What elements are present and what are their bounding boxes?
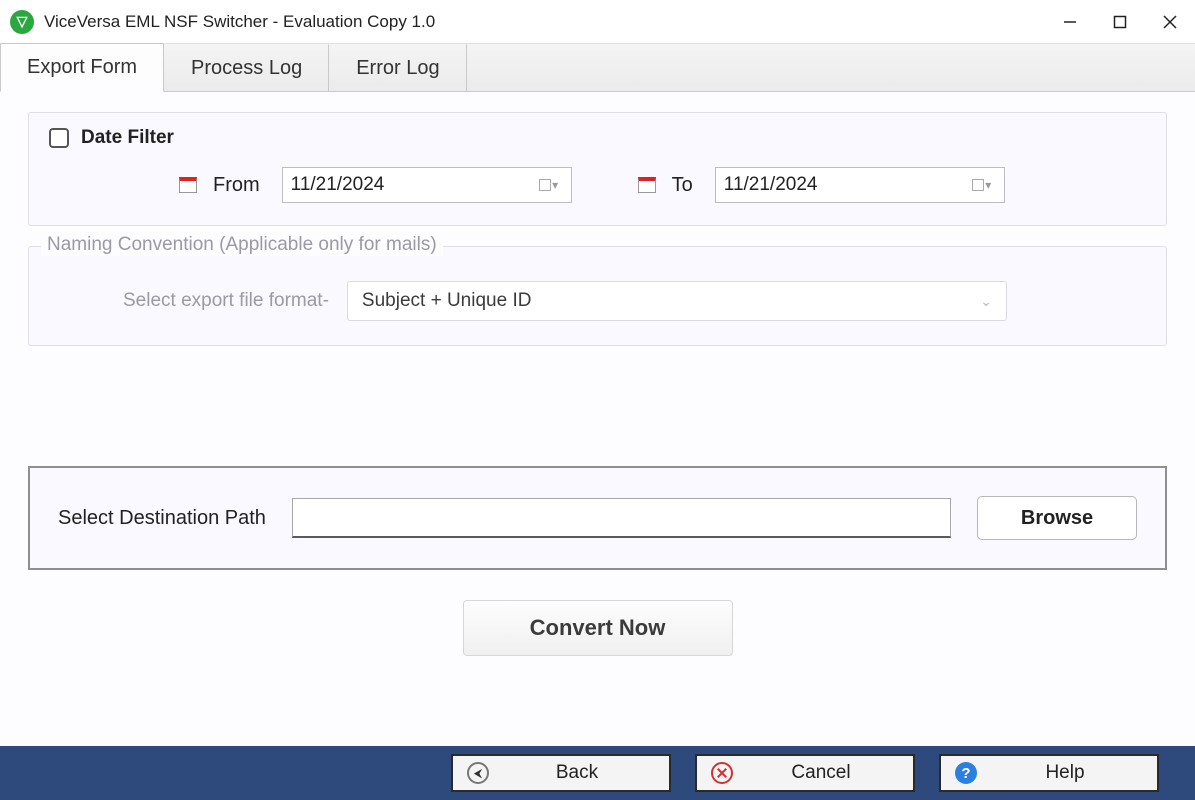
footer-bar: ⮜ Back Cancel ? Help (0, 746, 1195, 800)
format-label: Select export file format- (123, 290, 329, 312)
minimize-icon (1063, 15, 1077, 29)
back-button-label: Back (507, 762, 669, 784)
to-date-value: 11/21/2024 (724, 174, 818, 196)
tab-process-log[interactable]: Process Log (164, 44, 329, 92)
naming-convention-group: Naming Convention (Applicable only for m… (28, 246, 1167, 346)
help-icon: ? (955, 762, 977, 784)
cancel-button-label: Cancel (751, 762, 913, 784)
tab-export-form[interactable]: Export Form (0, 43, 164, 92)
maximize-icon (1113, 15, 1127, 29)
from-date-value: 11/21/2024 (291, 174, 385, 196)
to-date-input[interactable]: 11/21/2024 ▾ (715, 167, 1005, 203)
help-button-label: Help (995, 762, 1157, 784)
to-label: To (672, 174, 693, 197)
destination-path-input[interactable] (292, 498, 951, 538)
close-icon (1163, 15, 1177, 29)
from-date-dropdown-icon: ▾ (535, 173, 563, 197)
close-button[interactable] (1145, 0, 1195, 44)
naming-convention-legend: Naming Convention (Applicable only for m… (41, 234, 443, 256)
format-select[interactable]: Subject + Unique ID ⌄ (347, 281, 1007, 321)
convert-wrap: Convert Now (28, 600, 1167, 656)
to-date-dropdown-icon: ▾ (968, 173, 996, 197)
back-icon: ⮜ (467, 762, 489, 784)
convert-now-button[interactable]: Convert Now (463, 600, 733, 656)
date-filter-checkbox[interactable] (49, 128, 69, 148)
tab-error-log[interactable]: Error Log (329, 44, 466, 92)
content-area: Date Filter From 11/21/2024 ▾ To 11/21/2… (0, 92, 1195, 746)
calendar-icon (179, 177, 197, 193)
minimize-button[interactable] (1045, 0, 1095, 44)
date-filter-group: Date Filter From 11/21/2024 ▾ To 11/21/2… (28, 112, 1167, 226)
maximize-button[interactable] (1095, 0, 1145, 44)
back-button[interactable]: ⮜ Back (451, 754, 671, 792)
window-title: ViceVersa EML NSF Switcher - Evaluation … (44, 12, 435, 32)
cancel-icon (711, 762, 733, 784)
date-filter-label: Date Filter (81, 127, 174, 149)
destination-label: Select Destination Path (58, 507, 266, 530)
format-row: Select export file format- Subject + Uni… (53, 265, 1142, 321)
app-icon: ▽ (10, 10, 34, 34)
title-bar: ▽ ViceVersa EML NSF Switcher - Evaluatio… (0, 0, 1195, 44)
date-range-row: From 11/21/2024 ▾ To 11/21/2024 ▾ (49, 167, 1146, 203)
window-controls (1045, 0, 1195, 44)
app-icon-glyph: ▽ (17, 13, 28, 30)
cancel-button[interactable]: Cancel (695, 754, 915, 792)
from-date-input[interactable]: 11/21/2024 ▾ (282, 167, 572, 203)
chevron-down-icon: ⌄ (980, 293, 992, 310)
format-select-value: Subject + Unique ID (362, 290, 532, 312)
browse-button-label: Browse (1021, 507, 1093, 530)
calendar-icon (638, 177, 656, 193)
browse-button[interactable]: Browse (977, 496, 1137, 540)
tab-bar: Export Form Process Log Error Log (0, 44, 1195, 92)
destination-group: Select Destination Path Browse (28, 466, 1167, 570)
convert-button-label: Convert Now (530, 615, 666, 641)
date-filter-header: Date Filter (49, 127, 1146, 149)
help-button[interactable]: ? Help (939, 754, 1159, 792)
from-label: From (213, 174, 260, 197)
